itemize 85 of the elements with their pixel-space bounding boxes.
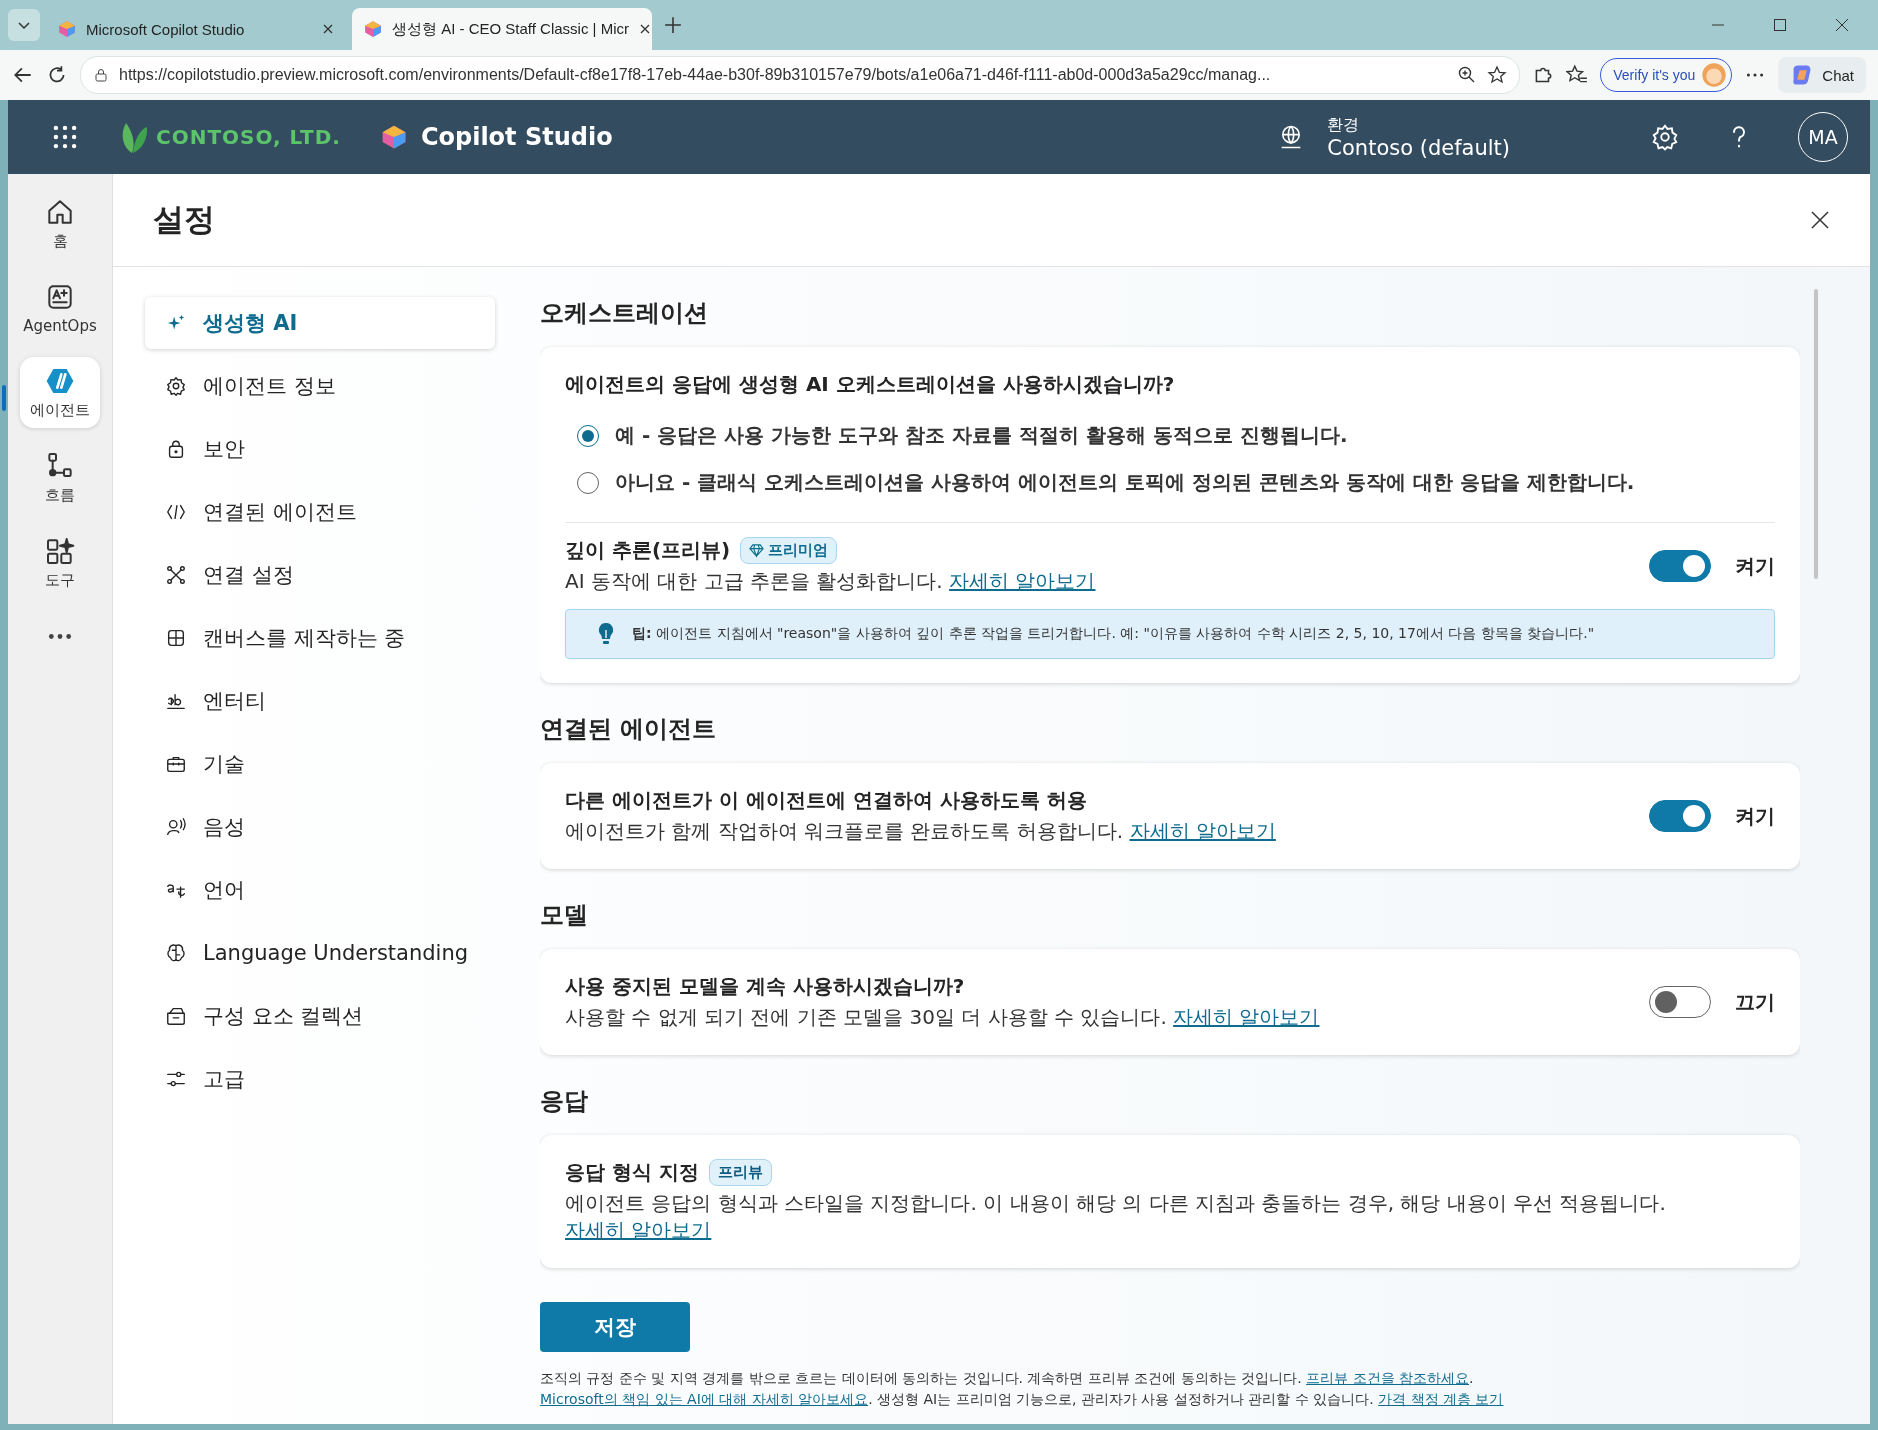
company-logo: CONTOSO, LTD. [156,125,341,149]
setting-description: 에이전트 응답의 형식과 스타일을 지정합니다. 이 내용이 해당 의 다른 지침과 충돌하는 경우, 해당 내용이 우선 적용됩니다. 자세히 알아보기 [565,1190,1667,1244]
tools-icon [44,535,76,567]
settings-nav-item[interactable]: 기술 [145,738,495,790]
settings-nav-item[interactable]: 보안 [145,423,495,475]
learn-more-link[interactable]: 자세히 알아보기 [565,1218,712,1242]
lightbulb-icon [596,622,616,646]
settings-nav-item[interactable]: 음성 [145,801,495,853]
avatar-icon [1701,62,1728,88]
settings-nav-item[interactable]: 생성형 AI [145,297,495,349]
setting-description: 사용할 수 없게 되기 전에 기존 모델을 30일 더 사용할 수 있습니다. 자세히 알아보기 [565,1004,1321,1031]
link[interactable]: Microsoft의 책임 있는 AI에 대해 자세히 알아보세요 [540,1391,869,1407]
settings-nav-item[interactable]: 연결 설정 [145,549,495,601]
lock-icon[interactable] [93,67,109,83]
brain-icon [165,942,187,964]
link[interactable]: 프리뷰 조건을 참조하세요 [1306,1370,1469,1386]
network-icon [165,564,187,586]
cube-icon [380,124,407,150]
settings-nav-item[interactable]: 엔터티 [145,675,495,727]
radio-option[interactable]: 아니요 - 클래식 오케스트레이션을 사용하여 에이전트의 토픽에 정의된 콘텐츠와 동작에 대한 응답을 제한합니다. [565,459,1775,506]
premium-badge: 프리미엄 [740,537,838,564]
product-name: Copilot Studio [420,123,613,151]
browser-tab[interactable]: 생성형 AI - CEO Staff Classic | Micr [352,8,652,50]
environment-label: 환경 [1327,114,1361,136]
settings-icon[interactable] [1650,122,1680,152]
preview-badge: 프리뷰 [708,1159,772,1186]
page-title: 설정 [153,200,216,239]
learn-more-link[interactable]: 자세히 알아보기 [1129,819,1276,843]
close-icon[interactable] [1810,210,1830,230]
environment-name[interactable]: Contoso (default) [1327,135,1510,160]
close-icon[interactable] [322,23,334,35]
setting-title: 응답 형식 지정 [565,1159,699,1186]
rail-item[interactable]: 흐름 [20,442,100,513]
settings-nav-item[interactable]: 연결된 에이전트 [145,486,495,538]
radio-option[interactable]: 예 - 응답은 사용 가능한 도구와 참조 자료를 적절히 활용해 동적으로 진행됩니다. [565,412,1775,459]
new-tab-icon[interactable] [664,16,682,34]
toggle-state-label: 켜기 [1735,802,1775,830]
rail-item[interactable]: 홈 [20,188,100,259]
learn-more-link[interactable]: 자세히 알아보기 [1173,1005,1320,1029]
star-icon[interactable] [1487,65,1508,85]
settings-nav-item[interactable]: 고급 [145,1053,495,1105]
toggle-switch[interactable] [1649,550,1711,582]
settings-nav-item[interactable]: 구성 요소 컬렉션 [145,990,495,1042]
voice-icon [165,816,187,838]
close-icon[interactable] [1834,17,1850,33]
settings-nav-item[interactable]: Language Understanding [145,927,495,979]
toggle-state-label: 켜기 [1735,552,1775,580]
user-avatar[interactable]: MA [1798,112,1848,162]
settings-nav-item[interactable]: 캔버스를 제작하는 중 [145,612,495,664]
link[interactable]: 가격 책정 계층 보기 [1378,1391,1504,1407]
tip-text: 팁: 에이전트 지침에서 "reason"을 사용하여 깊이 추론 작업을 트리거합니다. 예: "이유를 사용하여 수학 시리즈 2, 5, 10, 17에서 다음 항목을 찾습니다." [632,625,1595,643]
setting-title: 사용 중지된 모델을 계속 사용하시겠습니까? [565,973,965,1000]
app-launcher-icon[interactable] [52,124,78,150]
setting-title: 깊이 추론(프리뷰) [565,537,731,564]
chat-button[interactable]: Chat [1778,57,1866,93]
setting-description: 에이전트가 함께 작업하여 워크플로를 완료하도록 허용합니다. 자세히 알아보기 [565,818,1277,845]
browser-tab[interactable]: Microsoft Copilot Studio [46,8,346,50]
rail-item[interactable]: AgentOps [20,273,100,343]
folder-icon [165,1005,187,1027]
setting-description: AI 동작에 대한 고급 추론을 활성화합니다. 자세히 알아보기 [565,568,1097,595]
settings-nav-item[interactable]: 에이전트 정보 [145,360,495,412]
section-heading: 모델 [540,900,589,931]
section-heading: 오케스트레이션 [540,298,709,329]
scrollbar[interactable] [1814,289,1818,579]
question-text: 에이전트의 응답에 생성형 AI 오케스트레이션을 사용하시겠습니까? [565,371,1176,398]
legal-notice: 조직의 규정 준수 및 지역 경계를 밖으로 흐르는 데이터에 동의하는 것입니다. 계속하면 프리뷰 조건에 동의하는 것입니다. 프리뷰 조건을 참조하세요. Microsoft의 책임 있는 AI에 대해 자세히 알아보세요. 생성형 AI는 프리미엄 기능으로, 관리자가 사용 설정하거나 관리할 수 있습니다. 가격 책정 계층 보기 [540,1369,1505,1409]
address-field[interactable]: https://copilotstudio.preview.microsoft.com/environments/Default-cf8e17f8-17eb-44ae-b30f-89b310157e79/bots/a1e06a71-d46f-f111-ab0d-000d3a5a29cc/manag... [80,56,1521,94]
section-heading: 연결된 에이전트 [540,714,718,745]
toggle-switch[interactable] [1649,986,1711,1018]
setting-title: 다른 에이전트가 이 에이전트에 연결하여 사용하도록 허용 [565,787,1087,814]
grid-icon [165,627,187,649]
section-heading: 응답 [540,1086,589,1117]
cube-icon [364,20,382,38]
more-icon[interactable] [47,632,73,641]
settings-nav-item[interactable]: 언어 [145,864,495,916]
rail-item[interactable]: 도구 [20,527,100,598]
tab-list-button[interactable] [8,9,40,41]
gear-icon [165,375,187,397]
learn-more-link[interactable]: 자세히 알아보기 [949,569,1096,593]
cube-icon [58,20,76,38]
close-icon[interactable] [639,23,651,35]
maximize-icon[interactable] [1772,17,1788,33]
toggle-state-label: 끄기 [1735,988,1775,1016]
toggle-switch[interactable] [1649,800,1711,832]
save-button[interactable]: 저장 [540,1302,690,1352]
